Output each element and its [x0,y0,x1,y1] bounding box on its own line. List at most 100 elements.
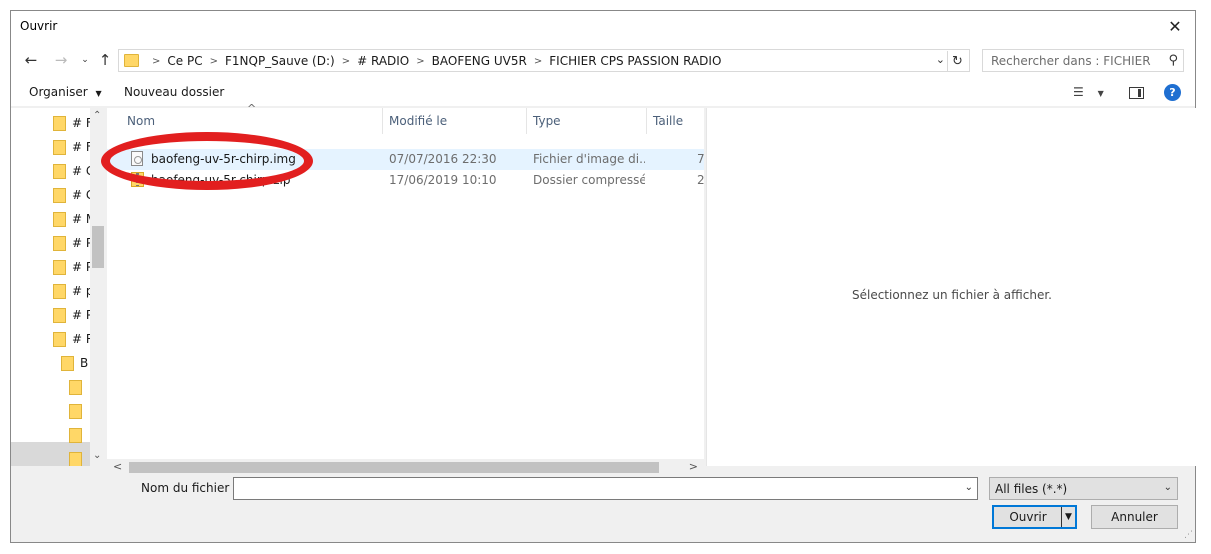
address-row: ← → ⌄ ↑ > Ce PC > F1NQP_Sauve (D:) > # R… [11,41,1195,79]
file-type: Dossier compressé [533,173,645,187]
filetype-select[interactable]: All files (*.*) ⌄ [989,477,1178,500]
chevron-up-icon[interactable]: ⌃ [93,110,101,121]
horizontal-scrollbar[interactable]: < > [107,459,704,476]
folder-icon [69,451,82,466]
chevron-right-icon: > [152,55,161,67]
change-view-button[interactable]: ☰ ▼ [1073,85,1104,99]
window-title: Ouvrir [20,19,58,33]
nav-tree-item[interactable]: # F [53,112,93,134]
nav-tree-item[interactable] [69,448,88,466]
breadcrumb-item[interactable]: FICHIER CPS PASSION RADIO [549,54,721,68]
breadcrumb: > Ce PC > F1NQP_Sauve (D:) > # RADIO > B… [145,54,721,68]
preview-pane-button[interactable] [1129,87,1144,99]
folder-icon [53,187,66,203]
nav-tree-item-label: B [80,356,89,370]
file-modified: 17/06/2019 10:10 [389,173,497,187]
breadcrumb-item[interactable]: F1NQP_Sauve (D:) [225,54,335,68]
chevron-right-icon[interactable]: > [689,460,698,473]
open-button-label: Ouvrir [1009,510,1047,524]
nav-tree-item[interactable]: B [61,352,88,374]
close-icon: ✕ [1168,16,1182,36]
column-modified[interactable]: Modifié le [383,108,527,134]
nav-tree-item[interactable]: # P [53,232,93,254]
folder-icon [53,283,66,299]
nav-tree-item[interactable]: # R [53,328,94,350]
back-arrow-icon: ← [24,51,38,69]
folder-icon [61,355,74,371]
column-size[interactable]: Taille [647,108,704,134]
dropdown-arrow-icon: ▼ [95,89,102,98]
nav-tree-item[interactable]: # p [53,280,94,302]
breadcrumb-item[interactable]: Ce PC [167,54,202,68]
breadcrumb-item[interactable]: BAOFENG UV5R [432,54,527,68]
open-options-dropdown-icon[interactable]: ▼ [1061,507,1075,527]
horizontal-scrollbar-thumb[interactable] [129,462,659,473]
refresh-button[interactable]: ↻ [947,51,967,71]
folder-icon [53,211,66,227]
dropdown-arrow-icon: ▼ [1097,89,1104,98]
chevron-down-icon: ⌄ [81,55,89,65]
folder-icon [53,115,66,131]
chevron-right-icon[interactable]: > [416,56,424,67]
folder-icon [53,235,66,251]
filename-combobox[interactable]: ⌄ [233,477,978,500]
column-name[interactable]: Nom [121,108,383,134]
search-box[interactable]: ⚲ [982,49,1184,72]
nav-tree-item[interactable]: # P [53,304,93,326]
back-button[interactable]: ← [21,50,41,70]
new-folder-button[interactable]: Nouveau dossier [124,85,224,99]
chevron-right-icon[interactable]: > [534,56,542,67]
breadcrumb-item[interactable]: # RADIO [357,54,409,68]
chevron-left-icon[interactable]: < [113,460,122,473]
open-file-dialog: Ouvrir ✕ ← → ⌄ ↑ > Ce PC > F1NQP_Sauve (… [10,10,1197,543]
organize-menu-button[interactable]: Organiser ▼ [29,85,102,99]
folder-icon [124,54,139,67]
cancel-button[interactable]: Annuler [1091,505,1178,529]
nav-scrollbar-thumb[interactable] [92,226,104,268]
chevron-right-icon[interactable]: > [342,56,350,67]
address-bar[interactable]: > Ce PC > F1NQP_Sauve (D:) > # RADIO > B… [118,49,970,72]
red-circle-annotation [101,132,313,190]
column-type[interactable]: Type [527,108,647,134]
file-type: Fichier d'image di... [533,152,645,166]
forward-button[interactable]: → [51,50,71,70]
filename-label: Nom du fichier : [141,481,238,495]
nav-tree-item[interactable] [69,400,88,422]
address-history-chevron-icon[interactable]: ⌄ [936,53,945,66]
refresh-icon: ↻ [952,53,963,69]
folder-icon [53,331,66,347]
folder-icon [53,139,66,155]
nav-tree-item[interactable]: # G [53,184,95,206]
nav-tree-item[interactable]: # P [53,256,93,278]
details-view-icon: ☰ [1073,85,1084,99]
nav-tree-item[interactable]: # F [53,136,93,158]
chevron-down-icon[interactable]: ⌄ [965,482,973,493]
help-button[interactable]: ? [1164,84,1181,101]
filename-input[interactable] [234,478,954,499]
folder-icon [69,403,82,419]
folder-icon [53,259,66,275]
preview-pane: Sélectionnez un fichier à afficher. [706,108,1197,466]
navigation-pane[interactable]: # F # F # G # G # M # P # P # p # P # RB ⌃ ⌄ [11,108,106,466]
open-button[interactable]: Ouvrir ▼ [992,505,1077,529]
title-bar: Ouvrir ✕ [11,11,1195,41]
nav-tree-item[interactable] [69,424,88,446]
chevron-right-icon[interactable]: > [210,56,218,67]
help-icon: ? [1169,86,1176,99]
resize-grip-icon[interactable]: ⋰ [1184,530,1193,540]
close-button[interactable]: ✕ [1155,11,1195,41]
folder-icon [53,163,66,179]
folder-icon [69,379,82,395]
filetype-value: All files (*.*) [995,482,1068,496]
search-icon[interactable]: ⚲ [1168,53,1178,68]
recent-locations-button[interactable]: ⌄ [75,50,95,70]
search-input[interactable] [983,50,1153,71]
up-button[interactable]: ↑ [95,50,115,70]
preview-empty-message: Sélectionnez un fichier à afficher. [851,288,1052,302]
nav-tree-item[interactable]: # G [53,160,95,182]
column-header: ^ Nom Modifié le Type Taille [107,102,704,134]
chevron-down-icon: ⌄ [1163,482,1172,493]
nav-tree-item[interactable] [69,376,88,398]
folder-icon [53,307,66,323]
chevron-down-icon[interactable]: ⌄ [93,450,101,461]
